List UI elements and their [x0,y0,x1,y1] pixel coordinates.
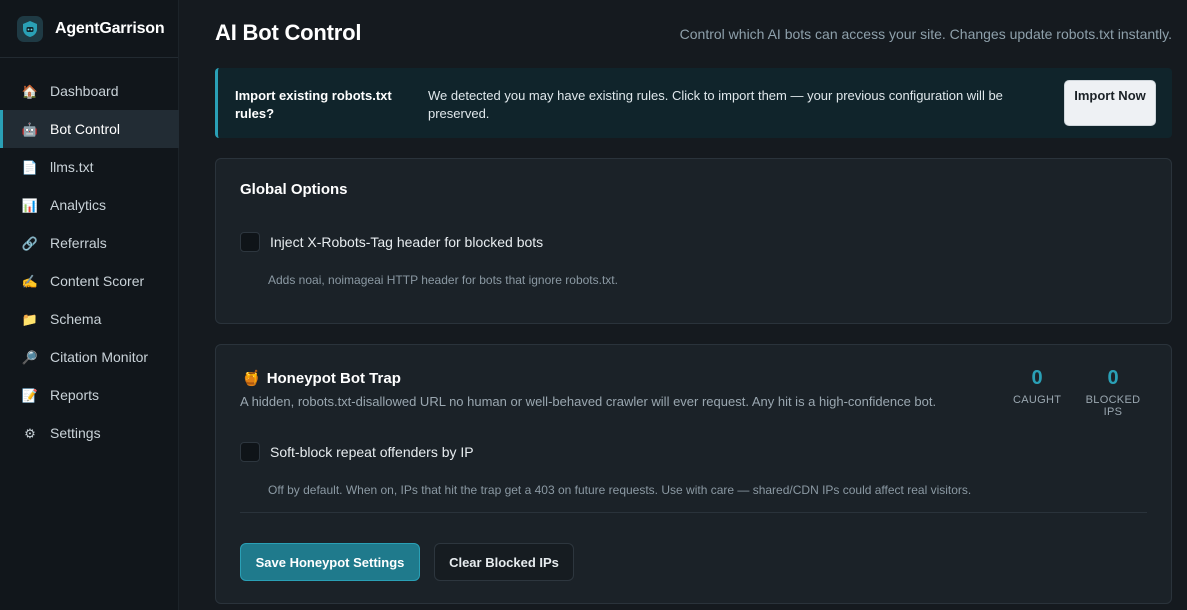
brand-name: AgentGarrison [55,19,165,37]
sidebar-item-label: Analytics [50,197,107,213]
sidebar-item-llms-txt[interactable]: 📄 llms.txt [0,148,179,186]
x-robots-tag-option[interactable]: Inject X-Robots-Tag header for blocked b… [240,232,543,252]
sidebar: AgentGarrison 🏠 Dashboard 🤖 Bot Control … [0,0,179,610]
sidebar-item-label: Dashboard [50,83,119,99]
honey-pot-icon: 🍯 [242,370,261,387]
soft-block-help: Off by default. When on, IPs that hit th… [268,483,972,497]
import-now-button[interactable]: Import Now [1064,80,1156,126]
global-options-card: Global Options Inject X-Robots-Tag heade… [215,158,1172,324]
x-robots-tag-checkbox[interactable] [240,232,260,252]
page-subtitle: Control which AI bots can access your si… [679,26,1172,42]
clear-blocked-ips-button[interactable]: Clear Blocked IPs [434,543,574,581]
sidebar-item-settings[interactable]: ⚙ Settings [0,414,179,452]
caught-stat: 0 CAUGHT [1013,367,1061,406]
soft-block-label: Soft-block repeat offenders by IP [270,444,474,460]
divider [240,512,1147,513]
global-options-title: Global Options [240,181,348,198]
sidebar-item-label: Referrals [50,235,107,251]
sidebar-item-bot-control[interactable]: 🤖 Bot Control [0,110,179,148]
bar-chart-icon: 📊 [21,197,39,213]
sidebar-item-analytics[interactable]: 📊 Analytics [0,186,179,224]
blocked-ips-count: 0 [1107,367,1119,389]
sidebar-item-reports[interactable]: 📝 Reports [0,376,179,414]
report-icon: 📝 [21,387,39,403]
banner-text: We detected you may have existing rules.… [428,88,1003,121]
sidebar-item-label: Settings [50,425,101,441]
blocked-ips-label: BLOCKED IPS [1085,394,1141,418]
sidebar-item-label: Content Scorer [50,273,145,289]
x-robots-tag-help: Adds noai, noimageai HTTP header for bot… [268,273,618,287]
honeypot-description: A hidden, robots.txt-disallowed URL no h… [240,394,937,409]
sidebar-item-dashboard[interactable]: 🏠 Dashboard [0,72,179,110]
banner-title: Import existing robots.txt rules? [235,88,392,121]
robot-icon: 🤖 [21,121,39,137]
gear-icon: ⚙ [24,425,36,441]
x-robots-tag-label: Inject X-Robots-Tag header for blocked b… [270,234,544,250]
sidebar-item-label: Bot Control [50,121,121,137]
sidebar-item-label: Reports [50,387,100,403]
sidebar-item-schema[interactable]: 📁 Schema [0,300,179,338]
sidebar-item-label: Schema [50,311,102,327]
honeypot-card: 🍯 Honeypot Bot Trap A hidden, robots.txt… [215,344,1172,604]
sidebar-item-citation-monitor[interactable]: 🔎 Citation Monitor [0,338,179,376]
writing-hand-icon: ✍ [21,273,39,289]
sidebar-item-referrals[interactable]: 🔗 Referrals [0,224,179,262]
sidebar-nav: 🏠 Dashboard 🤖 Bot Control 📄 llms.txt 📊 A… [0,72,179,452]
page-title: AI Bot Control [215,20,362,45]
magnifier-icon: 🔎 [21,349,39,365]
sidebar-item-label: Citation Monitor [50,349,149,365]
soft-block-option[interactable]: Soft-block repeat offenders by IP [240,442,474,462]
soft-block-checkbox[interactable] [240,442,260,462]
import-banner: Import existing robots.txt rules? We det… [215,68,1172,138]
shield-robot-icon [17,15,43,42]
brand[interactable]: AgentGarrison [0,0,178,58]
sidebar-item-content-scorer[interactable]: ✍ Content Scorer [0,262,179,300]
sidebar-item-label: llms.txt [50,159,94,175]
house-icon: 🏠 [21,83,39,99]
caught-label: CAUGHT [1013,394,1062,406]
page-icon: 📄 [21,159,39,175]
folder-icon: 📁 [21,311,39,327]
save-honeypot-settings-button[interactable]: Save Honeypot Settings [240,543,420,581]
link-icon: 🔗 [21,235,39,251]
honeypot-title: 🍯 Honeypot Bot Trap [242,369,401,388]
honeypot-title-text: Honeypot Bot Trap [266,369,401,387]
caught-count: 0 [1031,367,1043,389]
blocked-ips-stat: 0 BLOCKED IPS [1076,367,1150,418]
